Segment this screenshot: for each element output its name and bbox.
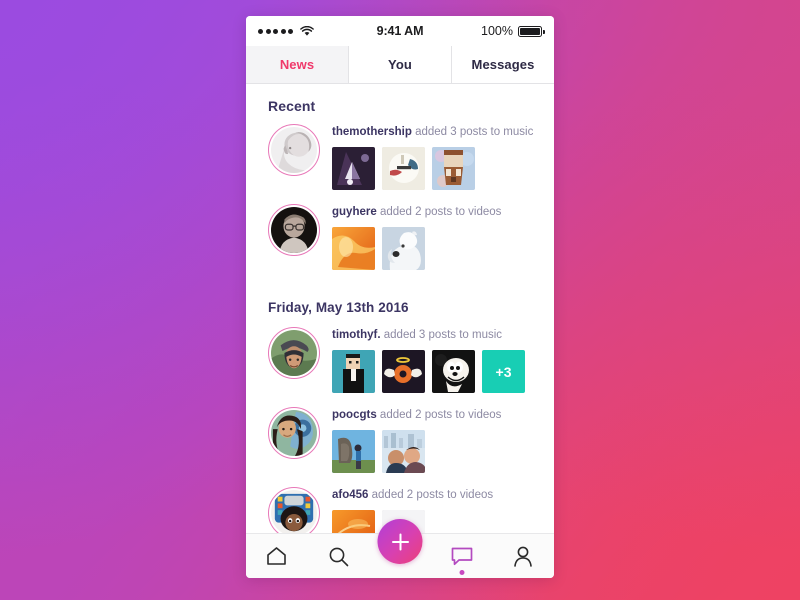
thumb-winged-donut[interactable] [382,350,425,393]
feed-item-username[interactable]: themothership [332,126,412,138]
thumb-more-badge[interactable]: +3 [482,350,525,393]
thumb-cartoon-mouse[interactable] [432,350,475,393]
feed-item-thumbnails [332,430,554,473]
feed-item-body: poocgts added 2 posts to videos [320,407,554,473]
status-bar-time: 9:41 AM [376,24,424,38]
feed-item[interactable]: timothyf. added 3 posts to music +3 [246,327,554,407]
thumb-beard-face[interactable] [432,147,475,190]
status-bar-right: 100% [423,24,545,38]
status-bar: 9:41 AM 100% [246,16,554,46]
section-heading-date: Friday, May 13th 2016 [268,300,409,315]
thumb-pixel-man[interactable] [332,350,375,393]
feed-item-action: added 3 posts to music [380,329,503,341]
nav-item-home[interactable] [246,534,308,578]
avatar-afo456[interactable] [268,487,320,533]
feed-item-text: themothership added 3 posts to music [332,125,554,140]
avatar-guyhere[interactable] [268,204,320,256]
feed-item-username[interactable]: afo456 [332,489,368,501]
thumb-found-glory[interactable] [382,147,425,190]
nav-active-indicator [459,570,465,575]
feed-item-thumbnails [332,227,554,270]
news-feed[interactable]: Recent themothership added 3 posts to mu… [246,84,554,533]
avatar-themothership[interactable] [268,124,320,176]
phone-frame: 9:41 AM 100% News You Messages Recent th… [246,16,554,578]
wifi-icon [300,25,314,36]
thumb-orange-swirl[interactable] [332,510,375,533]
feed-item-text: poocgts added 2 posts to videos [332,408,554,423]
thumb-moai-statue[interactable] [332,430,375,473]
feed-item-username[interactable]: guyhere [332,206,377,218]
battery-percent-label: 100% [481,24,513,38]
plus-icon [391,533,409,550]
feed-item[interactable]: themothership added 3 posts to music [246,124,554,204]
feed-item-body: guyhere added 2 posts to videos [320,204,554,270]
feed-item-username[interactable]: timothyf. [332,329,381,341]
battery-full-icon [518,25,545,37]
section-heading-recent: Recent [268,98,316,114]
status-bar-left [258,25,377,37]
feed-item-action: added 2 posts to videos [376,206,502,218]
feed-item-text: timothyf. added 3 posts to music [332,328,554,343]
home-icon [267,547,287,565]
feed-item-action: added 2 posts to videos [368,489,494,501]
feed-item-thumbnails [332,510,554,533]
tab-messages[interactable]: Messages [452,46,554,83]
thumb-white-bear[interactable] [382,227,425,270]
profile-icon [514,546,532,567]
thumb-couple-city[interactable] [382,430,425,473]
tab-news[interactable]: News [246,46,349,83]
chat-icon [451,547,472,565]
nav-item-messages[interactable] [431,534,493,578]
avatar-poocgts[interactable] [268,407,320,459]
tab-you[interactable]: You [349,46,452,83]
feed-item-thumbnails [332,147,554,190]
bottom-navigation [246,519,554,578]
feed-item-username[interactable]: poocgts [332,409,377,421]
search-icon [329,547,349,566]
nav-item-search[interactable] [308,534,370,578]
feed-item-action: added 2 posts to videos [376,409,502,421]
nav-item-profile[interactable] [492,534,554,578]
feed-item-body: themothership added 3 posts to music [320,124,554,190]
signal-strength-icon [258,28,293,34]
feed-item-body: timothyf. added 3 posts to music +3 [320,327,554,393]
feed-item-body: afo456 added 2 posts to videos [320,487,554,533]
avatar-timothyf[interactable] [268,327,320,379]
tab-bar: News You Messages [246,46,554,84]
thumb-triangle-art[interactable] [332,147,375,190]
feed-item-text: guyhere added 2 posts to videos [332,205,554,220]
thumb-orange-fire[interactable] [332,227,375,270]
feed-item[interactable]: poocgts added 2 posts to videos [246,407,554,487]
feed-item[interactable]: guyhere added 2 posts to videos [246,204,554,284]
feed-item-text: afo456 added 2 posts to videos [332,488,554,503]
feed-item-thumbnails: +3 [332,350,554,393]
add-button-fab[interactable] [377,519,423,564]
feed-item-action: added 3 posts to music [411,126,534,138]
